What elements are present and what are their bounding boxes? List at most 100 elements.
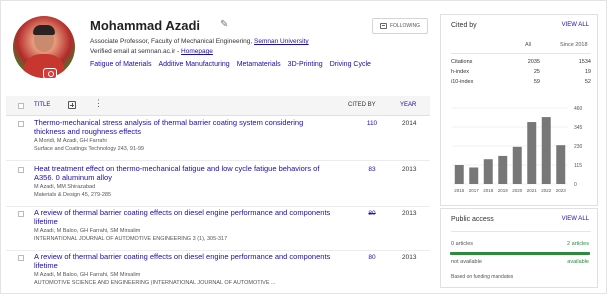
interest-link[interactable]: 3D-Printing bbox=[288, 61, 323, 68]
public-access-title: Public access bbox=[451, 216, 494, 223]
interest-link[interactable]: Driving Cycle bbox=[330, 61, 371, 68]
article-year: 2013 bbox=[402, 166, 417, 173]
public-access-panel: Public access VIEW ALL 0 articles 2 arti… bbox=[440, 208, 598, 288]
row-checkbox[interactable] bbox=[18, 121, 24, 127]
metric-row: h-index 25 19 bbox=[451, 69, 591, 78]
citations-bar-chart: 46034523011502016 2017 2018 2019 2020 2021 202… bbox=[452, 106, 583, 193]
article-year: 2014 bbox=[402, 120, 417, 127]
article-title-link[interactable]: A review of thermal barrier coating effe… bbox=[34, 252, 334, 270]
row-checkbox[interactable] bbox=[18, 255, 24, 261]
divider bbox=[451, 53, 591, 54]
public-access-progress bbox=[450, 252, 590, 255]
verified-email: Verified email at semnan.ac.ir - Homepag… bbox=[90, 48, 213, 55]
article-venue: Materials & Design 45, 279-285 bbox=[34, 192, 112, 198]
x-tick-label: 2018 bbox=[483, 188, 494, 193]
sidebar: Cited by VIEW ALL All Since 2018 Citatio… bbox=[440, 6, 598, 288]
metric-label: Citations bbox=[451, 59, 473, 65]
y-tick-label: 0 bbox=[574, 182, 577, 188]
profile-main: Mohammad Azadi ✎ FOLLOWING Associate Pro… bbox=[6, 6, 430, 288]
article-authors: M Azadi, M Baloo, GH Farrahi, SM Mirsali… bbox=[34, 272, 141, 278]
metric-since: 19 bbox=[584, 69, 591, 75]
chart-bar-2021[interactable] bbox=[527, 122, 537, 184]
metric-row: Citations 2035 1534 bbox=[451, 59, 591, 68]
table-row: Heat treatment effect on thermo-mechanic… bbox=[6, 163, 430, 207]
interest-link[interactable]: Metamaterials bbox=[237, 61, 281, 68]
x-tick-label: 2017 bbox=[469, 188, 480, 193]
funding-mandates-note: Based on funding mandates bbox=[451, 274, 514, 280]
x-tick-label: 2022 bbox=[541, 188, 552, 193]
sort-by-cited[interactable]: CITED BY bbox=[348, 102, 376, 108]
cited-by-view-all[interactable]: VIEW ALL bbox=[562, 22, 589, 28]
sort-by-year[interactable]: YEAR bbox=[400, 102, 416, 108]
interest-link[interactable]: Additive Manufacturing bbox=[158, 61, 229, 68]
interest-link[interactable]: Fatigue of Materials bbox=[90, 61, 151, 68]
chart-bar-2020[interactable] bbox=[512, 146, 522, 184]
cited-by-count[interactable]: 83 bbox=[362, 166, 382, 173]
col-all-header: All bbox=[525, 42, 532, 48]
not-available-label: not available bbox=[451, 259, 482, 265]
chart-bar-2022[interactable] bbox=[541, 117, 551, 184]
homepage-link[interactable]: Homepage bbox=[181, 48, 213, 55]
article-title-link[interactable]: Thermo-mechanical stress analysis of the… bbox=[34, 118, 334, 136]
article-authors: M Azadi, M Baloo, GH Farrahi, SM Mirsali… bbox=[34, 228, 141, 234]
x-tick-label: 2016 bbox=[454, 188, 465, 193]
affiliation: Associate Professor, Faculty of Mechanic… bbox=[90, 38, 309, 45]
metric-label: i10-index bbox=[451, 79, 474, 85]
x-tick-label: 2021 bbox=[527, 188, 538, 193]
row-checkbox[interactable] bbox=[18, 167, 24, 173]
follow-label: FOLLOWING bbox=[389, 23, 420, 29]
pencil-icon[interactable]: ✎ bbox=[220, 19, 228, 30]
article-authors: A Moridi, M Azadi, GH Farrahi bbox=[34, 138, 107, 144]
unavailable-count[interactable]: 0 articles bbox=[451, 241, 473, 247]
add-article-icon[interactable] bbox=[68, 101, 76, 109]
cited-by-count[interactable]: 80 bbox=[362, 254, 382, 261]
article-year: 2013 bbox=[402, 254, 417, 261]
metric-all: 2035 bbox=[527, 59, 540, 65]
table-row: A review of thermal barrier coating effe… bbox=[6, 251, 430, 288]
research-interests: Fatigue of Materials Additive Manufactur… bbox=[90, 61, 371, 68]
chart-bar-2017[interactable] bbox=[469, 167, 479, 184]
table-row: A review of thermal barrier coating effe… bbox=[6, 207, 430, 251]
cited-by-count[interactable]: 110 bbox=[362, 120, 382, 127]
affiliation-text: Associate Professor, Faculty of Mechanic… bbox=[90, 38, 255, 45]
article-title-link[interactable]: A review of thermal barrier coating effe… bbox=[34, 208, 334, 226]
cited-by-count[interactable]: 80 bbox=[362, 210, 382, 217]
sort-by-title[interactable]: TITLE bbox=[34, 102, 50, 108]
more-vert-icon[interactable]: ⋮ bbox=[94, 99, 103, 108]
affiliation-link[interactable]: Semnan University bbox=[254, 38, 309, 45]
x-tick-label: 2019 bbox=[498, 188, 509, 193]
article-venue: AUTOMOTIVE SCIENCE AND ENGINEERING (INTE… bbox=[34, 280, 276, 286]
articles-table-header: TITLE ⋮ CITED BY YEAR bbox=[6, 96, 430, 116]
chart-bar-2018[interactable] bbox=[483, 159, 493, 184]
table-row: Thermo-mechanical stress analysis of the… bbox=[6, 117, 430, 161]
y-tick-label: 230 bbox=[574, 144, 583, 150]
chart-bar-2016[interactable] bbox=[454, 165, 464, 184]
camera-icon[interactable] bbox=[43, 68, 57, 79]
follow-button[interactable]: FOLLOWING bbox=[372, 18, 428, 34]
article-year: 2013 bbox=[402, 210, 417, 217]
chart-bar-2023[interactable] bbox=[556, 145, 566, 184]
verified-text: Verified email at semnan.ac.ir - bbox=[90, 48, 182, 55]
y-tick-label: 460 bbox=[574, 106, 583, 112]
metric-label: h-index bbox=[451, 69, 470, 75]
public-access-view-all[interactable]: VIEW ALL bbox=[562, 216, 589, 222]
divider bbox=[451, 231, 591, 232]
x-tick-label: 2020 bbox=[512, 188, 523, 193]
metric-since: 1534 bbox=[578, 59, 591, 65]
row-checkbox[interactable] bbox=[18, 211, 24, 217]
metric-row: i10-index 59 52 bbox=[451, 79, 591, 88]
mail-icon bbox=[379, 23, 387, 29]
metric-all: 59 bbox=[533, 79, 540, 85]
col-since-header: Since 2018 bbox=[560, 42, 588, 48]
profile-name: Mohammad Azadi bbox=[90, 18, 201, 33]
available-label: available bbox=[567, 259, 589, 265]
metric-since: 52 bbox=[584, 79, 591, 85]
public-access-fill bbox=[450, 252, 590, 255]
chart-bar-2019[interactable] bbox=[498, 155, 508, 184]
article-title-link[interactable]: Heat treatment effect on thermo-mechanic… bbox=[34, 164, 334, 182]
photo-hair bbox=[33, 25, 55, 35]
metric-all: 25 bbox=[533, 69, 540, 75]
available-count[interactable]: 2 articles bbox=[567, 241, 589, 247]
article-venue: Surface and Coatings Technology 243, 91-… bbox=[34, 146, 144, 152]
select-all-checkbox[interactable] bbox=[18, 103, 24, 109]
